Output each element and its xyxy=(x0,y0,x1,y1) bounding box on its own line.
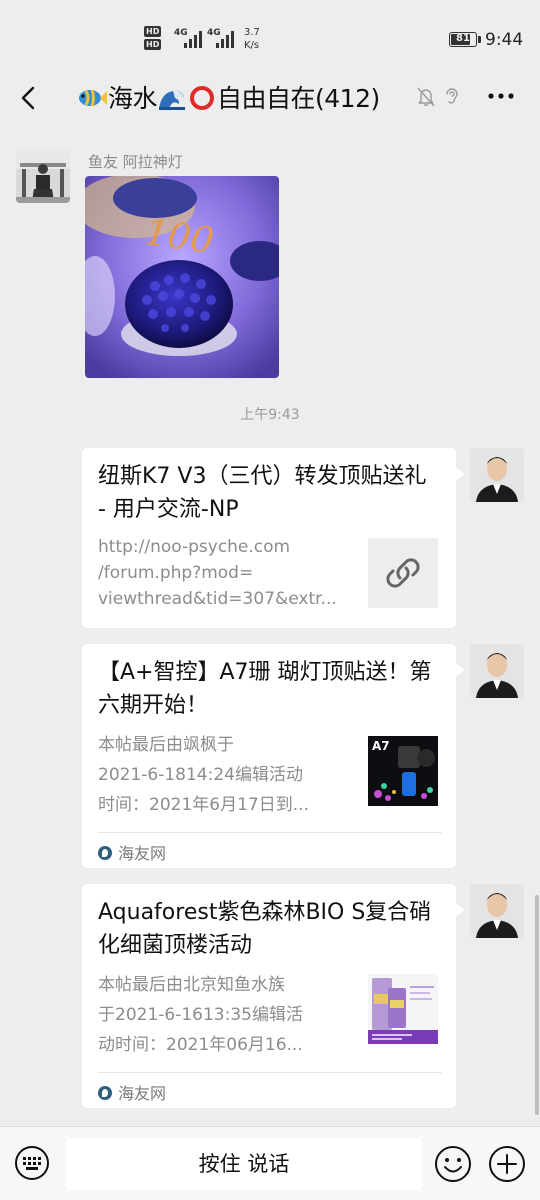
card-divider xyxy=(98,832,442,833)
status-bar: HD HD 4G 4G 3.7 K/s 81 9:44 xyxy=(0,0,540,74)
card-desc-line: 2021-6-1814:24编辑活动 xyxy=(98,765,303,785)
network-speed: 3.7 K/s xyxy=(244,26,260,52)
card-title: 纽斯K7 V3（三代）转发顶贴送礼 - 用户交流-NP xyxy=(98,464,427,522)
self-avatar[interactable] xyxy=(470,884,524,938)
card-desc-line: 动时间：2021年06月16... xyxy=(98,1035,303,1055)
card-title: 【A+智控】A7珊 瑚灯顶贴送！第六期开始！ xyxy=(98,660,432,718)
signal-icon-2 xyxy=(216,30,240,48)
hd-label-bottom: HD xyxy=(144,39,162,50)
wave-emoji xyxy=(159,90,186,110)
product-image xyxy=(368,974,438,1044)
card-desc-line: 于2021-6-1613:35编辑活 xyxy=(98,1005,303,1025)
chat-header: 海水 自由自在(412) xyxy=(0,74,540,124)
link-card[interactable]: 纽斯K7 V3（三代）转发顶贴送礼 - 用户交流-NP http://noo-p… xyxy=(82,448,464,628)
source-logo-icon xyxy=(98,846,112,860)
hd-label-top: HD xyxy=(144,26,162,37)
card-divider xyxy=(98,1072,442,1073)
card-desc-line: /forum.php?mod= xyxy=(98,563,254,583)
card-thumbnail xyxy=(368,974,438,1044)
fish-emoji xyxy=(79,89,107,107)
back-arrow-icon xyxy=(21,86,35,110)
link-card[interactable]: Aquaforest紫色森林BIO S复合硝化细菌顶楼活动 本帖最后由北京知鱼水… xyxy=(82,884,464,1108)
avatar-photo xyxy=(16,149,70,203)
avatar-photo xyxy=(470,644,524,698)
source-name: 海友网 xyxy=(118,1084,167,1103)
card-title: Aquaforest紫色森林BIO S复合硝化细菌顶楼活动 xyxy=(98,900,432,958)
avatar-photo xyxy=(470,448,524,502)
title-text-2: 自由自在(412) xyxy=(217,84,380,113)
back-button[interactable] xyxy=(12,80,48,116)
source-name: 海友网 xyxy=(118,844,167,863)
hold-to-talk-button[interactable]: 按住 说话 xyxy=(66,1138,422,1190)
card-source: 海友网 xyxy=(98,840,166,864)
coral-photo: 100 xyxy=(85,176,279,378)
emoji-icon[interactable] xyxy=(434,1145,472,1183)
sender-name: 鱼友 阿拉神灯 xyxy=(88,153,183,171)
group-title[interactable]: 海水 自由自在(412) xyxy=(76,79,380,115)
self-avatar[interactable] xyxy=(470,644,524,698)
mute-bell-icon xyxy=(417,87,435,107)
avatar-photo xyxy=(470,884,524,938)
plus-icon[interactable] xyxy=(488,1145,526,1183)
title-text-1: 海水 xyxy=(108,84,158,113)
battery-icon: 81 xyxy=(449,32,477,47)
scrollbar[interactable] xyxy=(535,895,539,1115)
link-icon xyxy=(386,558,420,588)
keyboard-icon[interactable] xyxy=(14,1145,50,1181)
signal-icon-1 xyxy=(184,30,208,48)
image-message[interactable]: 100 xyxy=(85,176,279,378)
speed-unit: K/s xyxy=(244,40,260,51)
link-card[interactable]: 【A+智控】A7珊 瑚灯顶贴送！第六期开始！ 本帖最后由飒枫于 2021-6-1… xyxy=(82,644,464,868)
timestamp: 上午9:43 xyxy=(240,407,300,423)
input-bar: 按住 说话 xyxy=(0,1126,540,1200)
card-desc-line: 本帖最后由飒枫于 xyxy=(98,735,234,755)
sender-avatar[interactable] xyxy=(16,149,70,203)
card-desc-line: http://noo-psyche.com xyxy=(98,537,291,557)
product-image: A7 xyxy=(368,736,438,806)
card-desc-line: viewthread&tid=307&extr... xyxy=(98,589,337,609)
card-desc-line: 时间：2021年6月17日到... xyxy=(98,795,309,815)
more-icon[interactable] xyxy=(486,86,516,106)
red-circle-emoji xyxy=(190,86,215,110)
battery-tip xyxy=(478,36,481,43)
battery-level: 81 xyxy=(456,33,470,44)
card-source: 海友网 xyxy=(98,1080,166,1104)
hd-indicator: HD HD xyxy=(144,26,162,52)
self-avatar[interactable] xyxy=(470,448,524,502)
speed-value: 3.7 xyxy=(244,27,260,38)
card-thumbnail: A7 xyxy=(368,736,438,806)
source-logo-icon xyxy=(98,1086,112,1100)
link-thumbnail xyxy=(368,538,438,608)
clock: 9:44 xyxy=(485,30,524,50)
card-desc-line: 本帖最后由北京知鱼水族 xyxy=(98,975,285,995)
ear-icon xyxy=(446,88,458,104)
thumb-label: A7 xyxy=(372,739,390,753)
